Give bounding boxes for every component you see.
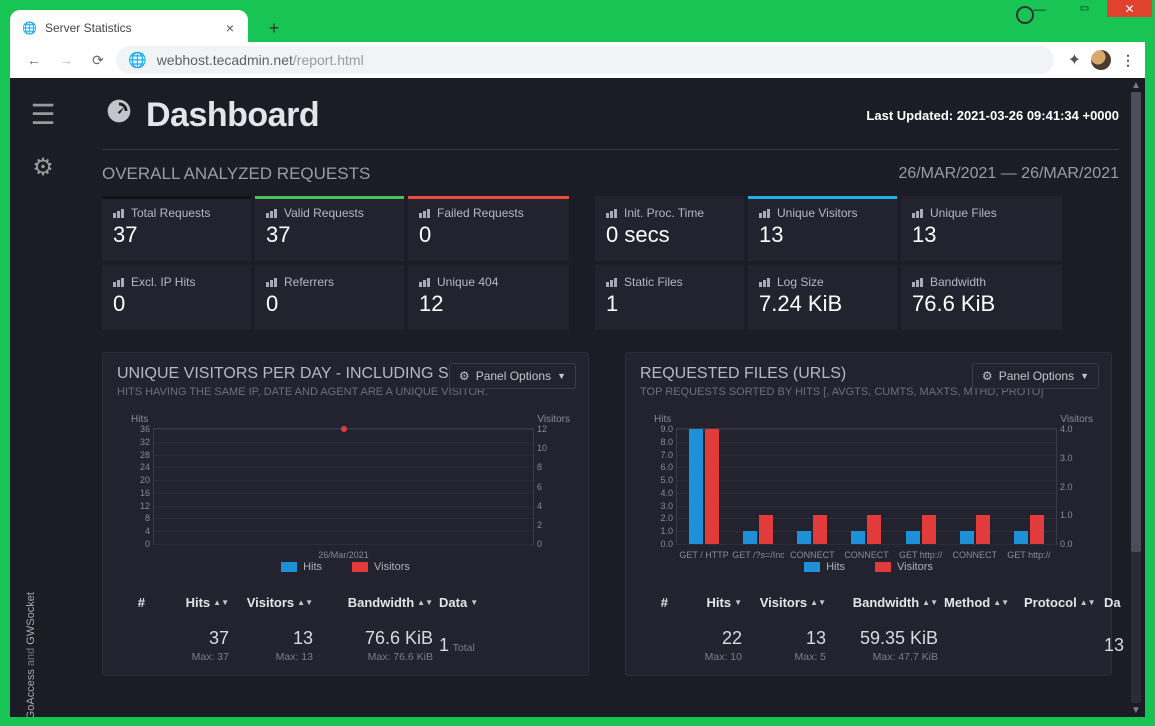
- site-info-icon[interactable]: 🌐: [128, 51, 147, 69]
- scroll-up-icon[interactable]: ▲: [1129, 78, 1143, 92]
- page-title: Dashboard: [146, 96, 319, 135]
- address-bar[interactable]: 🌐 webhost.tecadmin.net/report.html: [116, 46, 1054, 74]
- overall-daterange: 26/MAR/2021 — 26/MAR/2021: [898, 165, 1119, 183]
- tab-strip: 🌐 Server Statistics × +: [10, 6, 1145, 46]
- browser-menu-icon[interactable]: ⋮: [1121, 52, 1135, 69]
- metric-card: Total Requests37: [102, 196, 251, 261]
- scrollbar-thumb[interactable]: [1131, 92, 1141, 552]
- bars-icon: [419, 209, 431, 218]
- last-updated-label: Last Updated:: [866, 108, 953, 123]
- gear-icon: ⚙: [459, 369, 470, 383]
- panel-unique-visitors: UNIQUE VISITORS PER DAY - INCLUDING SPID…: [102, 352, 589, 676]
- panel-options-button[interactable]: ⚙ Panel Options ▼: [449, 363, 576, 389]
- caret-down-icon: ▼: [557, 371, 566, 381]
- profile-avatar[interactable]: [1091, 50, 1111, 70]
- metric-card: Referrers0: [255, 265, 404, 330]
- gear-icon[interactable]: ⚙: [32, 153, 54, 182]
- metric-card: Unique Files13: [901, 196, 1062, 261]
- new-tab-button[interactable]: +: [260, 14, 288, 42]
- bars-icon: [759, 278, 771, 287]
- credits: by GoAccess and GWSocket: [25, 668, 37, 717]
- metric-card: Unique 40412: [408, 265, 569, 330]
- metric-card: Bandwidth76.6 KiB: [901, 265, 1062, 330]
- globe-icon: 🌐: [22, 21, 37, 35]
- scroll-down-icon[interactable]: ▼: [1129, 703, 1143, 717]
- scrollbar[interactable]: ▲ ▼: [1129, 78, 1143, 717]
- tab-close-icon[interactable]: ×: [226, 20, 234, 36]
- sidebar: ☰ ⚙: [10, 78, 76, 717]
- browser-toolbar: ← → ⟳ 🌐 webhost.tecadmin.net/report.html…: [10, 42, 1145, 78]
- extensions-icon[interactable]: ✦: [1068, 50, 1081, 70]
- credits-gwsocket-link[interactable]: GWSocket: [25, 592, 37, 645]
- tab-title: Server Statistics: [45, 21, 132, 35]
- back-button[interactable]: ←: [20, 46, 48, 74]
- bars-icon: [606, 278, 618, 287]
- metric-card: Init. Proc. Time0 secs: [595, 196, 744, 261]
- credits-goaccess-link[interactable]: GoAccess: [25, 669, 37, 717]
- bars-icon: [606, 209, 618, 218]
- bars-icon: [419, 278, 431, 287]
- menu-icon[interactable]: ☰: [30, 98, 55, 131]
- metric-card: Excl. IP Hits0: [102, 265, 251, 330]
- bars-icon: [266, 209, 278, 218]
- caret-down-icon: ▼: [1080, 371, 1089, 381]
- page-viewport: ☰ ⚙ by GoAccess and GWSocket Dashboard L…: [10, 78, 1145, 717]
- bars-icon: [113, 209, 125, 218]
- table-row: 22Max: 10 13Max: 5 59.35 KiBMax: 47.7 Ki…: [640, 628, 1097, 663]
- metric-card: Failed Requests0: [408, 196, 569, 261]
- reload-button[interactable]: ⟳: [84, 46, 112, 74]
- metric-card: Unique Visitors13: [748, 196, 897, 261]
- overall-heading: OVERALL ANALYZED REQUESTS: [102, 164, 370, 184]
- bars-icon: [266, 278, 278, 287]
- browser-tab[interactable]: 🌐 Server Statistics ×: [10, 10, 248, 46]
- bars-icon: [912, 278, 924, 287]
- last-updated-value: 2021-03-26 09:41:34 +0000: [957, 108, 1119, 123]
- metric-card: Log Size7.24 KiB: [748, 265, 897, 330]
- bars-icon: [912, 209, 924, 218]
- bars-icon: [759, 209, 771, 218]
- dashboard-icon: [102, 94, 136, 137]
- metric-card: Valid Requests37: [255, 196, 404, 261]
- table-row: 37Max: 37 13Max: 13 76.6 KiBMax: 76.6 Ki…: [117, 628, 574, 663]
- requests-chart: Hits Visitors 0.01.02.03.04.05.06.07.08.…: [640, 416, 1097, 571]
- gear-icon: ⚙: [982, 369, 993, 383]
- visitors-chart: Hits Visitors 04812162024283236024681012…: [117, 416, 574, 571]
- forward-button[interactable]: →: [52, 46, 80, 74]
- table-header: # Hits▼ Visitors▲▼ Bandwidth▲▼ Method▲▼ …: [640, 595, 1097, 610]
- url-host: webhost.tecadmin.net: [157, 52, 293, 68]
- panel-requested-files: REQUESTED FILES (URLS) TOP REQUESTS SORT…: [625, 352, 1112, 676]
- metric-card: Static Files1: [595, 265, 744, 330]
- panel-options-button[interactable]: ⚙ Panel Options ▼: [972, 363, 1099, 389]
- bars-icon: [113, 278, 125, 287]
- url-path: /report.html: [293, 52, 364, 68]
- table-header: # Hits▲▼ Visitors▲▼ Bandwidth▲▼ Data▼: [117, 595, 574, 610]
